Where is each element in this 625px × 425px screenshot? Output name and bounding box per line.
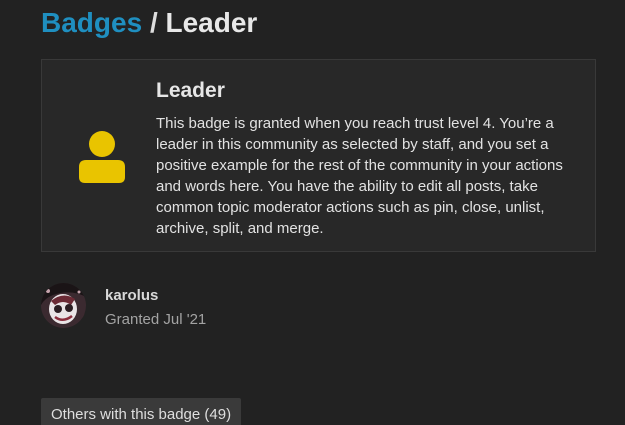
badge-name: Leader: [156, 79, 225, 102]
avatar[interactable]: [41, 283, 86, 328]
badge-card: Leader This badge is granted when you re…: [41, 59, 596, 252]
username-link[interactable]: karolus: [105, 287, 158, 304]
others-with-badge-button[interactable]: Others with this badge (49): [41, 398, 242, 425]
breadcrumb-separator: /: [149, 7, 158, 38]
badge-page: Badges / Leader Leader This badge is gra…: [0, 0, 625, 425]
breadcrumb-badges-link[interactable]: Badges: [41, 7, 142, 38]
breadcrumb-current: Leader: [165, 7, 258, 38]
granted-date: Granted Jul '21: [105, 311, 207, 328]
badge-grant: karolus Granted Jul '21: [41, 283, 341, 333]
badge-description: This badge is granted when you reach tru…: [156, 115, 563, 237]
user-icon: [78, 130, 126, 184]
page-title: Badges / Leader: [41, 5, 257, 41]
